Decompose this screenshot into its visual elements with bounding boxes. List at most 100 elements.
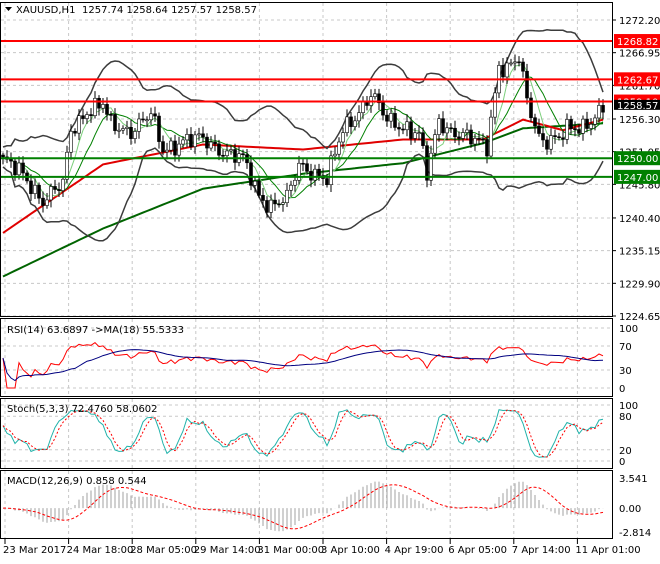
candle xyxy=(337,141,341,155)
candle xyxy=(133,131,137,139)
candle xyxy=(145,119,149,122)
candle xyxy=(29,180,33,194)
candle xyxy=(265,200,269,213)
candle xyxy=(457,136,461,139)
candle xyxy=(217,143,221,156)
candle xyxy=(53,186,57,190)
candle xyxy=(85,114,89,119)
candle xyxy=(241,153,245,156)
candle xyxy=(113,114,117,131)
candle xyxy=(73,130,77,134)
candle xyxy=(421,132,425,146)
candle xyxy=(381,102,385,116)
candle xyxy=(125,126,129,129)
candle xyxy=(157,115,161,142)
candle xyxy=(397,127,401,130)
rsi-tick-label: 70 xyxy=(619,342,632,353)
candle xyxy=(541,133,545,141)
candle xyxy=(141,118,145,121)
candle xyxy=(45,199,49,206)
candle xyxy=(557,136,561,139)
candle xyxy=(333,153,337,157)
axes: 23 Mar 2017 24 Mar 18:0028 Mar 05:0029 Ma… xyxy=(3,16,660,556)
price-tick-label: 1240.40 xyxy=(619,214,660,225)
x-tick-label: 29 Mar 14:00 xyxy=(194,545,261,556)
rsi-line xyxy=(2,341,604,389)
candle xyxy=(453,127,457,138)
candle xyxy=(225,150,229,157)
candle xyxy=(501,65,505,78)
candle xyxy=(173,140,177,156)
macd-tick-label: 3.541 xyxy=(619,474,648,485)
level-price-label: 1262.67 xyxy=(617,75,658,86)
candle xyxy=(121,128,125,131)
candle xyxy=(301,162,305,165)
stoch-tick-label: 100 xyxy=(619,401,638,412)
candle xyxy=(137,118,141,132)
candle xyxy=(69,130,73,153)
candle xyxy=(149,113,153,121)
candle xyxy=(593,117,597,125)
rsi-tick-label: 30 xyxy=(619,366,632,377)
candle xyxy=(221,154,225,157)
trading-chart[interactable]: 23 Mar 2017 24 Mar 18:0028 Mar 05:0029 Ma… xyxy=(0,0,660,560)
dropdown-triangle-icon[interactable] xyxy=(5,7,12,11)
candle xyxy=(425,145,429,181)
ohlc-label: 1257.74 1258.64 1257.57 1258.57 xyxy=(82,5,257,16)
price-panel[interactable] xyxy=(1,29,612,278)
candle xyxy=(161,141,165,153)
level-price-label: 1247.00 xyxy=(617,173,658,184)
candle xyxy=(389,113,393,122)
candle xyxy=(493,92,497,118)
x-tick-label: 11 Apr 01:00 xyxy=(575,545,640,556)
candle xyxy=(361,100,365,114)
candle xyxy=(61,178,65,191)
stoch-tick-label: 80 xyxy=(619,412,632,423)
candle xyxy=(97,97,101,109)
candle xyxy=(213,141,217,145)
candle xyxy=(401,128,405,131)
candle xyxy=(449,127,453,130)
candle xyxy=(461,132,465,139)
candle xyxy=(233,149,237,163)
candle xyxy=(489,116,493,157)
symbol-label: XAUUSD,H1 xyxy=(16,5,75,16)
grid xyxy=(1,3,612,538)
candle xyxy=(569,119,573,129)
candle xyxy=(405,121,409,131)
rsi-panel[interactable] xyxy=(2,341,604,389)
candle xyxy=(581,118,585,134)
candle xyxy=(353,120,357,127)
candle xyxy=(177,143,181,156)
ma-long-line xyxy=(2,122,604,278)
candle xyxy=(209,141,213,149)
x-tick-label: 31 Mar 00:00 xyxy=(257,545,324,556)
candle xyxy=(413,132,417,139)
candle xyxy=(293,179,297,186)
candle xyxy=(305,163,309,172)
candle xyxy=(13,160,17,176)
candle xyxy=(89,114,93,117)
candle xyxy=(469,129,473,145)
candle xyxy=(325,178,329,186)
x-tick-label: 7 Apr 14:00 xyxy=(512,545,571,556)
candle xyxy=(185,134,189,141)
candle xyxy=(513,61,517,64)
macd-panel[interactable] xyxy=(2,481,604,532)
candle xyxy=(577,129,581,134)
panel-frames xyxy=(0,2,613,539)
candle xyxy=(537,125,541,134)
candle xyxy=(433,134,437,154)
candle xyxy=(477,138,481,140)
candle xyxy=(373,93,377,97)
candle xyxy=(329,155,333,186)
stoch-label: Stoch(5,3,3) 72.4760 58.0602 xyxy=(7,404,158,415)
candle xyxy=(549,135,553,150)
candle xyxy=(229,149,233,152)
candle xyxy=(77,115,81,134)
candle xyxy=(357,112,361,122)
candle xyxy=(437,118,441,135)
candle xyxy=(261,195,265,201)
candle xyxy=(289,184,293,191)
rsi-tick-label: 0 xyxy=(619,384,625,395)
